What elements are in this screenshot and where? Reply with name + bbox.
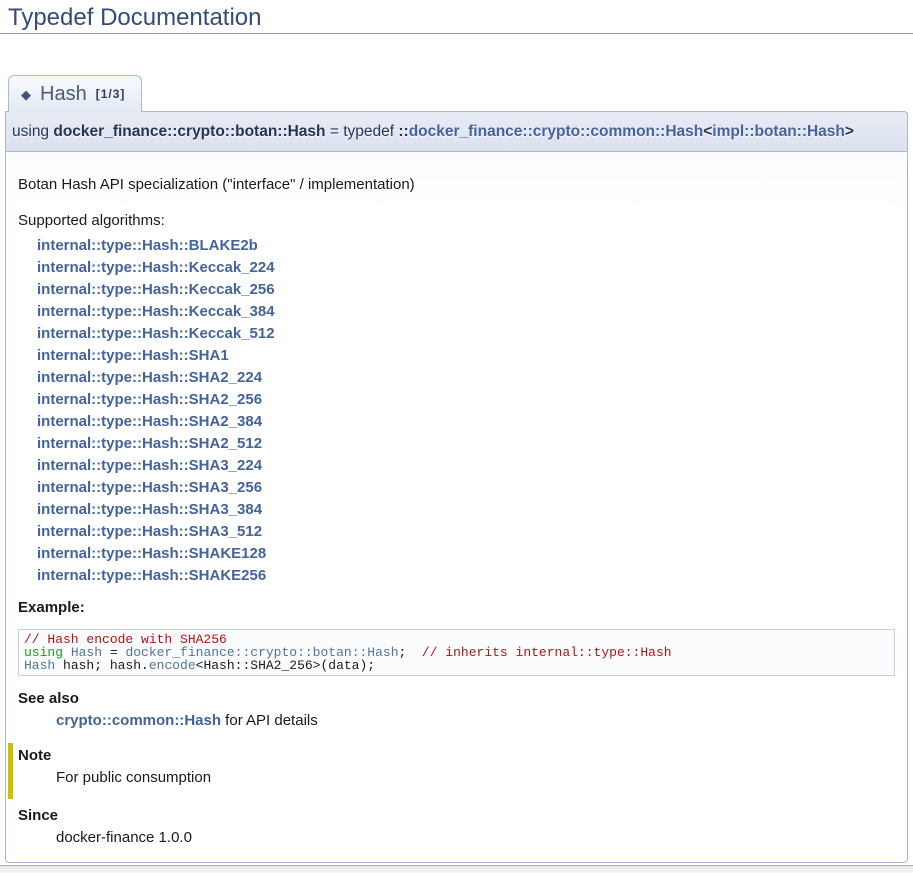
page-title: Typedef Documentation [0, 0, 913, 34]
algorithm-link[interactable]: internal::type::Hash::SHA3_512 [37, 521, 895, 543]
algorithm-link[interactable]: internal::type::Hash::SHA3_224 [37, 455, 895, 477]
since-text: docker-finance 1.0.0 [56, 830, 895, 846]
type-link[interactable]: impl::botan::Hash [712, 123, 845, 140]
code-link[interactable]: encode [149, 658, 196, 673]
code-example: // Hash encode with SHA256using Hash = d… [18, 629, 895, 676]
algorithm-link[interactable]: internal::type::Hash::Keccak_384 [37, 301, 895, 323]
algorithm-link[interactable]: internal::type::Hash::SHA3_256 [37, 477, 895, 499]
algorithm-link[interactable]: internal::type::Hash::SHA1 [37, 345, 895, 367]
supported-algorithms-label: Supported algorithms: [18, 213, 895, 229]
footer-navpath-bar [0, 865, 913, 873]
text-segment: // inherits internal::type::Hash [422, 645, 672, 660]
text-segment: > [845, 123, 854, 140]
note-text: For public consumption [56, 770, 895, 786]
text-segment: :: [398, 123, 408, 140]
see-also-content: crypto::common::Hash for API details [56, 713, 895, 729]
see-also-label: See also [18, 691, 895, 707]
text-segment: docker_finance::crypto::botan::Hash [53, 123, 325, 140]
example-section: Example: [18, 600, 895, 616]
algorithm-link[interactable]: internal::type::Hash::Keccak_256 [37, 279, 895, 301]
algorithm-link[interactable]: internal::type::Hash::SHAKE128 [37, 543, 895, 565]
algorithm-link[interactable]: internal::type::Hash::SHA2_512 [37, 433, 895, 455]
member-tab: ◆ Hash [1/3] [8, 75, 142, 112]
text-segment: ; [399, 645, 422, 660]
text-segment: hash; hash. [55, 658, 149, 673]
type-link[interactable]: docker_finance::crypto::common::Hash [409, 123, 704, 140]
text-segment: = typedef [326, 123, 399, 140]
member-name: Hash [40, 83, 87, 105]
algorithm-link[interactable]: internal::type::Hash::BLAKE2b [37, 235, 895, 257]
member-overload-index: [1/3] [96, 87, 126, 101]
code-line: Hash hash; hash.encode<Hash::SHA2_256>(d… [24, 659, 889, 672]
see-also-link[interactable]: crypto::common::Hash [56, 712, 221, 729]
note-section: Note For public consumption [8, 743, 895, 799]
algorithm-link[interactable]: internal::type::Hash::SHA2_384 [37, 411, 895, 433]
text-segment: <Hash::SHA2_256>(data); [196, 658, 375, 673]
code-link[interactable]: Hash [24, 658, 55, 673]
permalink-diamond-icon[interactable]: ◆ [21, 88, 31, 101]
see-also-suffix: for API details [221, 712, 318, 729]
algorithm-list: internal::type::Hash::BLAKE2b internal::… [18, 235, 895, 587]
see-also-section: See also crypto::common::Hash for API de… [18, 691, 895, 729]
member-prototype: using docker_finance::crypto::botan::Has… [5, 111, 908, 152]
since-section: Since docker-finance 1.0.0 [18, 808, 895, 846]
member-brief: Botan Hash API specialization ("interfac… [18, 177, 895, 193]
algorithm-link[interactable]: internal::type::Hash::SHAKE256 [37, 565, 895, 587]
note-label: Note [18, 748, 895, 764]
algorithm-link[interactable]: internal::type::Hash::SHA2_224 [37, 367, 895, 389]
text-segment: using [12, 123, 53, 140]
algorithm-link[interactable]: internal::type::Hash::SHA2_256 [37, 389, 895, 411]
algorithm-link[interactable]: internal::type::Hash::SHA3_384 [37, 499, 895, 521]
text-segment: < [703, 123, 712, 140]
algorithm-link[interactable]: internal::type::Hash::Keccak_512 [37, 323, 895, 345]
typedef-member-hash: ◆ Hash [1/3] using docker_finance::crypt… [5, 75, 908, 863]
doxygen-page: Typedef Documentation ◆ Hash [1/3] using… [0, 0, 913, 873]
since-label: Since [18, 808, 895, 824]
algorithm-link[interactable]: internal::type::Hash::Keccak_224 [37, 257, 895, 279]
example-label: Example: [18, 600, 895, 616]
member-doc: Botan Hash API specialization ("interfac… [5, 152, 908, 863]
